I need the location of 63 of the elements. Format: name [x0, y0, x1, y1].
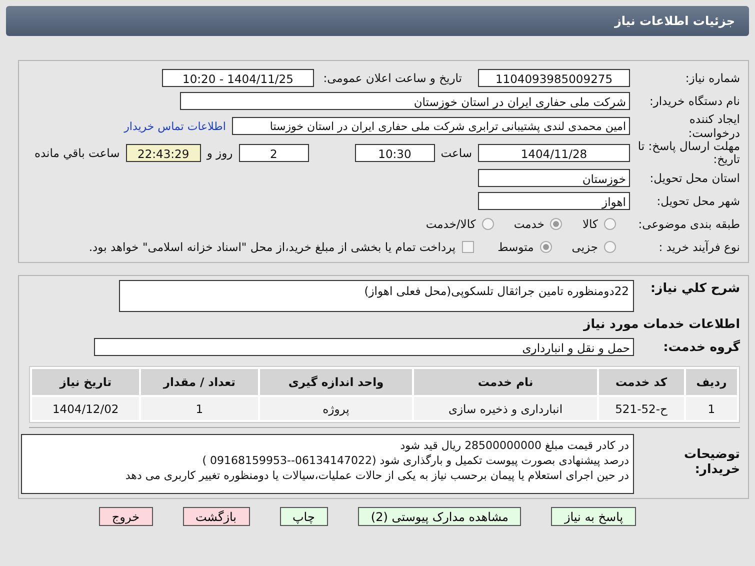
buyer-notes-textarea[interactable]: [21, 434, 634, 494]
deadline-time-field: 10:30: [354, 144, 435, 162]
field-label: نوع فرآیند خرید :: [658, 240, 740, 254]
radio-label: جزیی: [572, 240, 598, 254]
remaining-time-field: 22:43:29: [126, 144, 201, 162]
radio-button[interactable]: [540, 240, 552, 252]
radio-label: خدمت: [514, 216, 544, 230]
radio-label: کالا/خدمت: [426, 216, 476, 230]
table-cell: ح-52-521: [598, 397, 684, 420]
radio-button[interactable]: [604, 218, 616, 230]
field-label: ایجاد کننده درخواست:: [687, 112, 740, 140]
radio-label: متوسط: [498, 240, 534, 254]
time-label: ساعت: [440, 146, 472, 160]
checkbox-label: پرداخت تمام یا بخشی از مبلغ خرید،از محل "اسناد خزانه اسلامی" خواهد بود.: [88, 240, 456, 254]
days-field: 2: [238, 144, 309, 162]
days-label: روز و: [206, 146, 233, 160]
field-label: توضیحات خریدار:: [683, 446, 740, 476]
field-label: تاریخ و ساعت اعلان عمومی:: [322, 70, 462, 84]
remaining-label: ساعت باقي مانده: [34, 146, 120, 160]
field-label: شرح کلي نياز:: [650, 280, 740, 295]
field-label: گروه خدمت:: [662, 339, 740, 354]
table-cell: 1404/12/02: [32, 397, 140, 420]
action-button[interactable]: مشاهده مدارک پیوستی (2): [358, 507, 522, 526]
city-field: اهواز: [478, 192, 630, 210]
service-group-field: حمل و نقل و انبارداری: [94, 338, 634, 356]
table-cell: انبارداری و ذخیره سازی: [414, 397, 597, 420]
description-textarea[interactable]: 22دومنظوره تامین جراثقال تلسکوپی(محل فعلی اهواز): [119, 280, 634, 312]
page-title: جزئیات اطلاعات نیاز: [614, 14, 735, 28]
action-button[interactable]: بازگشت: [182, 507, 250, 526]
announce-date-field: 1404/11/25 - 10:20: [162, 68, 314, 86]
field-label: طبقه بندی موضوعی:: [637, 216, 740, 230]
radio-label: کالا: [582, 216, 598, 230]
creator-field: امین محمدی لندی پشتیبانی ترابری شرکت ملی حفاری ایران در استان خوزستا: [232, 117, 630, 135]
field-label: شماره نیاز:: [684, 70, 740, 84]
column-header: تاریخ نیاز: [32, 369, 140, 395]
field-label: مهلت ارسال پاسخ: تا تاریخ:: [636, 140, 740, 166]
radio-button[interactable]: [482, 218, 494, 230]
buyer-contact-link[interactable]: اطلاعات تماس خریدار: [124, 120, 226, 132]
field-label: نام دستگاه خریدار:: [648, 94, 740, 108]
column-header: کد خدمت: [598, 369, 684, 395]
radio-button[interactable]: [604, 240, 616, 252]
column-header: ردیف: [686, 369, 737, 395]
table-cell: پروژه: [260, 397, 412, 420]
table-cell: 1: [686, 397, 737, 420]
buyer-field: شرکت ملی حفاری ایران در استان خوزستان: [180, 92, 630, 110]
section-heading: اطلاعات خدمات مورد نیاز: [584, 316, 740, 331]
note-line: در حین اجرای استعلام یا پیمان برحسب نیاز به یکی از حالات عملیات،سیالات یا دومنظوره تغییر کاربری می دهد: [124, 468, 629, 483]
action-button[interactable]: چاپ: [280, 507, 328, 526]
column-header: تعداد / مقدار: [141, 369, 258, 395]
radio-button[interactable]: [550, 218, 562, 230]
action-button[interactable]: خروج: [98, 507, 152, 526]
field-label: استان محل تحویل:: [648, 170, 740, 184]
checkbox[interactable]: [462, 240, 474, 252]
column-header: نام خدمت: [414, 369, 597, 395]
province-field: خوزستان: [478, 168, 630, 186]
table-cell: 1: [141, 397, 258, 420]
field-label: شهر محل تحویل:: [656, 194, 740, 208]
action-button[interactable]: پاسخ به نیاز: [551, 507, 636, 526]
note-line: در کادر قیمت مبلغ 28500000000 ریال قید شود: [399, 438, 629, 453]
need-number-field: 1104093985009275: [478, 68, 630, 86]
note-line: درصد پیشنهادی بصورت پیوست تکمیل و بارگذاری شود (06134147022--09168159953 ): [201, 453, 629, 468]
deadline-date-field: 1404/11/28: [478, 144, 630, 162]
column-header: واحد اندازه گیری: [260, 369, 412, 395]
